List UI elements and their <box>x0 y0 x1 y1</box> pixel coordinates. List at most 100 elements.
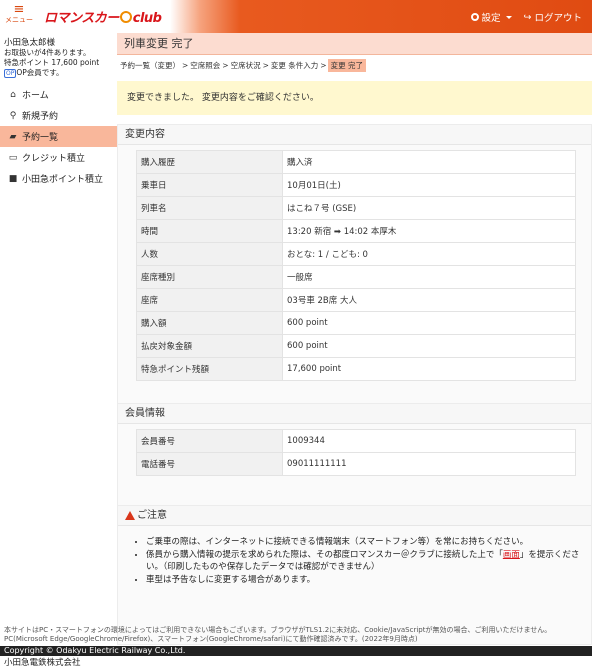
breadcrumb-item[interactable]: 変更 条件入力 <box>270 59 319 72</box>
table-row: 座席 03号車 2B席 大人 <box>136 288 576 312</box>
row-label: 特急ポイント残額 <box>136 357 283 381</box>
table-row: 座席種別 一般席 <box>136 265 576 289</box>
logout-icon: ↪ <box>523 11 532 23</box>
romancecar-club-logo[interactable]: ロマンスカー club <box>44 7 162 26</box>
credit-card-icon: ▭ <box>8 152 18 163</box>
card-title: ご注意 <box>118 506 591 526</box>
sidebar: 小田急太郎様 お取扱いが4件あります。 特急ポイント 17,600 point … <box>0 33 117 645</box>
user-name: 小田急太郎様 <box>4 38 56 48</box>
op-member-line: OP OP会員です。 <box>4 68 113 78</box>
sidebar-item-credit-savings[interactable]: ▭ クレジット積立 <box>0 147 117 168</box>
reservations-note: お取扱いが4件あります。 <box>4 48 91 57</box>
company-name: 小田急電鉄株式会社 <box>4 658 81 668</box>
row-value: 一般席 <box>282 265 576 289</box>
breadcrumb-separator: > <box>320 61 327 70</box>
table-row: 電話番号 09011111111 <box>136 452 576 476</box>
breadcrumb-item[interactable]: 予約一覧（変更） <box>119 59 181 72</box>
settings-dropdown[interactable]: 設定 <box>470 10 512 24</box>
breadcrumb: 予約一覧（変更） > 空席照会 > 空席状況 > 変更 条件入力 > 変更 完了 <box>119 59 366 72</box>
sidebar-item-label: 予約一覧 <box>22 133 59 143</box>
row-value: 購入済 <box>282 150 576 174</box>
notice-text: 係員から購入情報の提示を求められた際は、その都度ロマンスカー＠クラブに接続した上… <box>146 550 503 560</box>
card-title: 会員情報 <box>118 404 591 424</box>
menu-label: メニュー <box>5 16 33 24</box>
sidebar-item-label: クレジット積立 <box>22 154 86 164</box>
list-item: 係員から購入情報の提示を求められた際は、その都度ロマンスカー＠クラブに接続した上… <box>146 549 583 573</box>
warning-icon <box>125 511 135 520</box>
row-label: 電話番号 <box>136 452 283 476</box>
sidebar-item-label: 小田急ポイント積立 <box>22 175 104 185</box>
sidebar-nav: ⌂ ホーム ⚲ 新規予約 ▰ 予約一覧 ▭ クレジット積立 ■ 小田急ポイント積… <box>0 84 117 189</box>
page-title: 列車変更 完了 <box>117 33 592 55</box>
caret-down-icon <box>505 15 512 19</box>
row-value: はこね７号 (GSE) <box>282 196 576 220</box>
row-label: 座席種別 <box>136 265 283 289</box>
breadcrumb-separator: > <box>222 61 229 70</box>
notice-card: ご注意 ご乗車の際は、インターネットに接続できる情報端末（スマートフォン等）を常… <box>117 505 592 645</box>
row-value: 03号車 2B席 大人 <box>282 288 576 312</box>
sidebar-item-odakyu-points[interactable]: ■ 小田急ポイント積立 <box>0 168 117 189</box>
menu-button[interactable]: ≡ メニュー <box>4 3 34 31</box>
wallet-icon: ■ <box>8 173 18 184</box>
notice-title: ご注意 <box>137 509 167 521</box>
table-row: 会員番号 1009344 <box>136 429 576 453</box>
settings-label: 設定 <box>481 13 501 24</box>
breadcrumb-separator: > <box>262 61 269 70</box>
change-details-table: 購入履歴 購入済 乗車日 10月01日(土) 列車名 はこね７号 (GSE) 時間 13… <box>136 150 576 381</box>
search-icon: ⚲ <box>9 110 17 121</box>
member-info-table: 会員番号 1009344 電話番号 09011111111 <box>136 429 576 476</box>
sidebar-item-new-reservation[interactable]: ⚲ 新規予約 <box>0 105 117 126</box>
list-item: 車型は予告なしに変更する場合があります。 <box>146 574 583 586</box>
breadcrumb-item[interactable]: 空席照会 <box>189 59 221 72</box>
row-label: 購入履歴 <box>136 150 283 174</box>
footer-note: 本サイトはPC・スマートフォンの環境によってはご利用できない場合もございます。ブ… <box>4 626 552 643</box>
row-value: 10月01日(土) <box>282 173 576 197</box>
op-member-text: OP会員です。 <box>16 68 64 77</box>
notice-list: ご乗車の際は、インターネットに接続できる情報端末（スマートフォン等）を常にお持ち… <box>118 526 591 586</box>
points-note: 特急ポイント 17,600 point <box>4 58 100 67</box>
hamburger-icon: ≡ <box>13 2 25 17</box>
row-label: 列車名 <box>136 196 283 220</box>
list-item: ご乗車の際は、インターネットに接続できる情報端末（スマートフォン等）を常にお持ち… <box>146 536 583 548</box>
user-info: 小田急太郎様 お取扱いが4件あります。 特急ポイント 17,600 point … <box>0 33 117 78</box>
screen-link[interactable]: 画面 <box>503 550 520 560</box>
sidebar-item-label: ホーム <box>22 91 49 101</box>
logout-button[interactable]: ↪ ログアウト <box>523 10 582 25</box>
row-value: 17,600 point <box>282 357 576 381</box>
row-label: 購入額 <box>136 311 283 335</box>
row-label: 払戻対象金額 <box>136 334 283 358</box>
row-label: 乗車日 <box>136 173 283 197</box>
card-title: 変更内容 <box>118 125 591 145</box>
table-row: 列車名 はこね７号 (GSE) <box>136 196 576 220</box>
success-message: 変更できました。 変更内容をご確認ください。 <box>117 81 592 115</box>
logo-text-left: ロマンスカー <box>44 11 119 26</box>
row-value: 13:20 新宿 ➡ 14:02 本厚木 <box>282 219 576 243</box>
header-actions: 設定 ↪ ログアウト <box>470 10 582 25</box>
top-header: ≡ メニュー ロマンスカー club 設定 ↪ ログアウト <box>0 0 592 33</box>
sidebar-item-reservation-list[interactable]: ▰ 予約一覧 <box>0 126 117 147</box>
sidebar-item-home[interactable]: ⌂ ホーム <box>0 84 117 105</box>
logo-at-mark <box>119 11 132 23</box>
row-label: 座席 <box>136 288 283 312</box>
table-row: 人数 おとな: 1 / こども: 0 <box>136 242 576 266</box>
copyright-bar: Copyright © Odakyu Electric Railway Co.,… <box>0 646 592 656</box>
row-value: おとな: 1 / こども: 0 <box>282 242 576 266</box>
row-value: 600 point <box>282 311 576 335</box>
change-details-card: 変更内容 購入履歴 購入済 乗車日 10月01日(土) 列車名 はこね７号 (GSE)… <box>117 124 592 414</box>
table-row: 特急ポイント残額 17,600 point <box>136 357 576 381</box>
breadcrumb-current: 変更 完了 <box>327 59 366 72</box>
row-value: 1009344 <box>282 429 576 453</box>
breadcrumb-item[interactable]: 空席状況 <box>230 59 262 72</box>
table-row: 乗車日 10月01日(土) <box>136 173 576 197</box>
row-label: 時間 <box>136 219 283 243</box>
table-row: 払戻対象金額 600 point <box>136 334 576 358</box>
home-icon: ⌂ <box>10 89 16 100</box>
row-label: 人数 <box>136 242 283 266</box>
breadcrumb-separator: > <box>182 61 189 70</box>
logo-text-right: club <box>132 11 162 26</box>
op-badge: OP <box>4 69 17 78</box>
row-label: 会員番号 <box>136 429 283 453</box>
table-row: 購入履歴 購入済 <box>136 150 576 174</box>
main-content: 列車変更 完了 予約一覧（変更） > 空席照会 > 空席状況 > 変更 条件入力 > 変… <box>117 33 592 645</box>
table-row: 時間 13:20 新宿 ➡ 14:02 本厚木 <box>136 219 576 243</box>
